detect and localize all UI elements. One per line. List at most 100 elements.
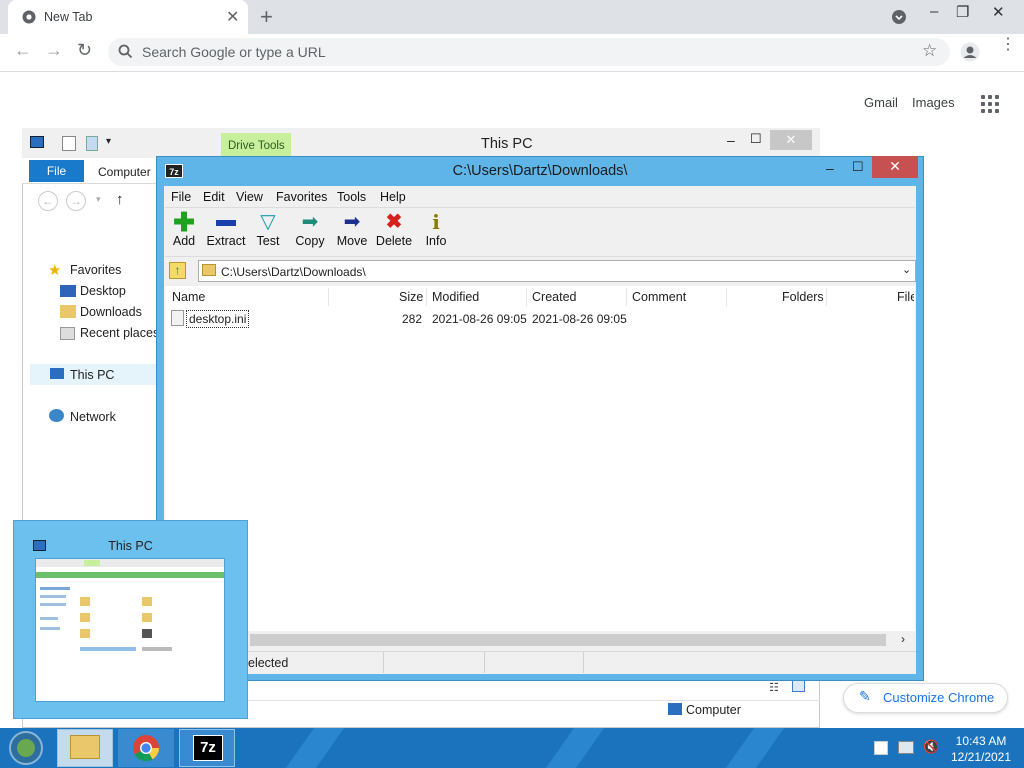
menu-file[interactable]: File [171, 190, 191, 204]
large-icons-view-icon[interactable] [792, 680, 805, 692]
action-center-flag-icon[interactable] [874, 741, 888, 755]
google-apps-icon[interactable] [981, 95, 999, 113]
explorer-computer-tab[interactable]: Computer [98, 165, 151, 179]
toolbar-info-button[interactable]: i Info [414, 210, 458, 248]
toolbar-divider [165, 256, 915, 257]
properties-icon[interactable] [62, 136, 76, 151]
start-button-icon[interactable] [7, 730, 45, 766]
7zip-close[interactable]: ✕ [872, 156, 918, 178]
nav-this-pc[interactable]: This PC [70, 368, 114, 382]
menu-favorites[interactable]: Favorites [276, 190, 327, 204]
column-folders[interactable]: Folders [782, 290, 824, 304]
customize-chrome-label: Customize Chrome [883, 690, 995, 705]
toolbar-add-button[interactable]: ✚ Add [162, 209, 206, 248]
explorer-forward-icon[interactable]: → [66, 191, 86, 211]
images-link[interactable]: Images [912, 95, 955, 110]
nav-network[interactable]: Network [70, 410, 116, 424]
toolbar-test-button[interactable]: ▽ Test [246, 210, 290, 248]
row-name[interactable]: desktop.ini [186, 310, 250, 328]
column-modified[interactable]: Modified [432, 290, 479, 304]
move-icon: ➡ [343, 211, 361, 233]
close-window-button[interactable]: ✕ [992, 3, 1005, 21]
drive-tools-tab[interactable]: Drive Tools [221, 133, 291, 158]
status-computer-icon [668, 703, 682, 715]
minimize-button[interactable]: – [930, 3, 938, 20]
recent-places-icon [60, 327, 75, 340]
chrome-favicon-icon [22, 10, 36, 24]
forward-icon[interactable]: → [45, 40, 63, 61]
address-dropdown-icon[interactable]: ⌄ [902, 263, 911, 276]
menu-help[interactable]: Help [380, 190, 406, 204]
folder-up-icon[interactable]: ↑ [169, 262, 186, 279]
menu-tools[interactable]: Tools [337, 190, 366, 204]
column-created[interactable]: Created [532, 290, 576, 304]
test-icon: ▽ [260, 211, 276, 233]
toolbar-info-label: Info [425, 234, 447, 248]
chrome-menu-icon[interactable]: ⋮ [1000, 37, 1016, 53]
volume-muted-icon[interactable]: 🔇 [923, 739, 939, 755]
search-icon [118, 44, 133, 59]
new-tab-button[interactable]: + [260, 4, 273, 30]
nav-recent-places[interactable]: Recent places [80, 326, 159, 340]
7zip-minimize[interactable]: – [826, 160, 834, 176]
toolbar-move-button[interactable]: ➡ Move [330, 210, 374, 248]
delete-icon: ✖ [385, 211, 403, 233]
address-text: C:\Users\Dartz\Downloads\ [221, 265, 366, 279]
column-comment[interactable]: Comment [632, 290, 686, 304]
reload-icon[interactable]: ↻ [77, 40, 92, 61]
explorer-close[interactable]: ✕ [770, 130, 812, 150]
toolbar-copy-button[interactable]: ➡ Copy [288, 210, 332, 248]
ini-file-icon [171, 310, 184, 326]
clock-date: 12/21/2021 [950, 750, 1012, 764]
gmail-link[interactable]: Gmail [864, 95, 898, 110]
7zip-title: C:\Users\Dartz\Downloads\ [452, 163, 628, 179]
explorer-file-tab[interactable]: File [29, 160, 84, 182]
new-folder-icon[interactable] [86, 136, 98, 151]
toolbar-add-label: Add [172, 234, 196, 248]
explorer-title: This PC [481, 136, 533, 152]
nav-favorites[interactable]: Favorites [70, 263, 121, 277]
explorer-back-icon[interactable]: ← [38, 191, 58, 211]
scrollbar-thumb[interactable] [250, 634, 886, 646]
profile-menu-icon[interactable] [891, 9, 907, 25]
restore-button[interactable]: ❐ [956, 3, 969, 21]
toolbar-move-label: Move [336, 234, 368, 248]
tab-close-icon[interactable]: ✕ [226, 7, 239, 27]
toolbar-delete-button[interactable]: ✖ Delete [372, 210, 416, 248]
network-tray-icon[interactable] [898, 741, 914, 754]
column-separator [328, 288, 329, 306]
column-files[interactable]: File [897, 290, 914, 304]
column-name[interactable]: Name [172, 290, 205, 304]
back-icon[interactable]: ← [14, 40, 32, 61]
copy-icon: ➡ [301, 211, 319, 233]
menu-view[interactable]: View [236, 190, 263, 204]
column-size[interactable]: Size [399, 290, 423, 304]
taskbar-clock[interactable]: 10:43 AM 12/21/2021 [946, 733, 1016, 765]
up-icon[interactable]: ↑ [116, 191, 124, 208]
7zip-taskbar-icon: 7z [193, 735, 223, 761]
avatar[interactable] [960, 42, 980, 62]
nav-downloads[interactable]: Downloads [80, 305, 142, 319]
file-list[interactable] [165, 286, 915, 631]
toolbar-test-label: Test [256, 234, 280, 248]
status-computer-label: Computer [686, 703, 741, 717]
explorer-maximize[interactable]: ☐ [750, 131, 762, 147]
computer-icon [30, 136, 44, 148]
7zip-maximize[interactable]: ☐ [852, 159, 864, 175]
scroll-right-icon[interactable]: › [901, 632, 905, 646]
downloads-folder-icon [60, 305, 76, 318]
menu-edit[interactable]: Edit [203, 190, 225, 204]
pencil-icon: ✎ [859, 688, 871, 704]
toolbar-delete-label: Delete [375, 234, 413, 248]
bookmark-star-icon[interactable]: ☆ [922, 41, 937, 61]
recent-locations-icon[interactable]: ▾ [96, 194, 101, 205]
column-separator [726, 288, 727, 306]
quick-access-dropdown-icon[interactable]: ▾ [106, 136, 111, 147]
nav-desktop[interactable]: Desktop [80, 284, 126, 298]
details-view-icon[interactable]: ☷ [769, 681, 779, 694]
network-icon [49, 409, 64, 422]
toolbar-extract-button[interactable]: Extract [204, 210, 248, 248]
clock-time: 10:43 AM [955, 734, 1007, 748]
explorer-minimize[interactable]: – [727, 132, 735, 148]
column-separator [526, 288, 527, 306]
